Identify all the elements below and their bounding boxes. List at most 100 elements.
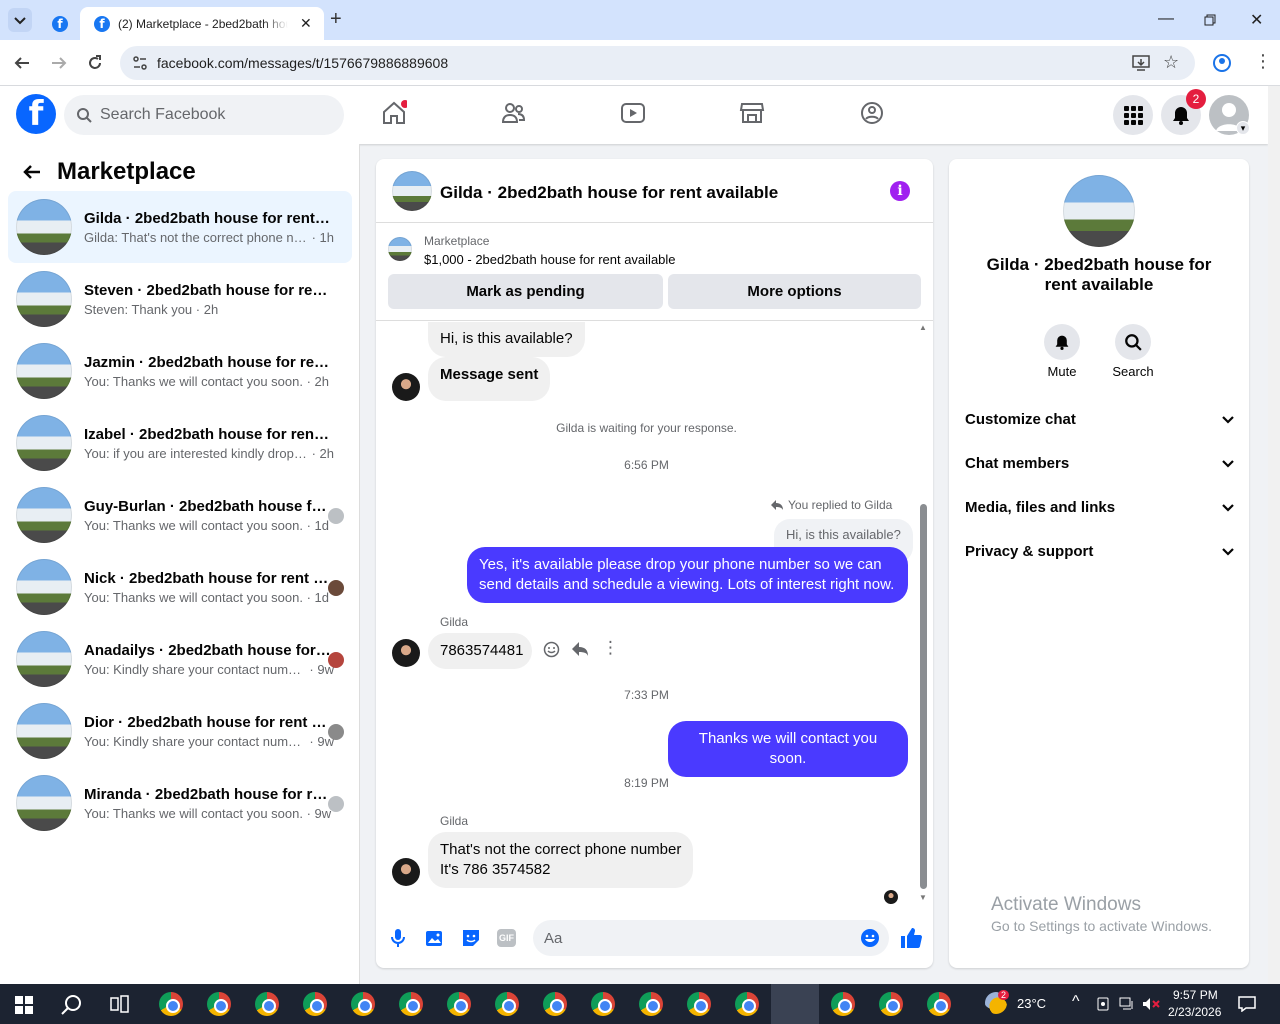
conversation-row[interactable]: Guy-Burlan · 2bed2bath house for rent av…	[8, 479, 352, 551]
taskbar-chrome-icon[interactable]	[543, 992, 567, 1016]
message-bubble-incoming[interactable]: 7863574481	[428, 633, 532, 669]
taskbar-chrome-icon[interactable]	[351, 992, 375, 1016]
more-options-button[interactable]: More options	[668, 274, 921, 309]
conversation-row[interactable]: Anadailys · 2bed2bath house for rent ava…	[8, 623, 352, 695]
sender-avatar[interactable]	[392, 373, 420, 401]
taskbar-search-icon[interactable]	[61, 994, 83, 1016]
conversation-row[interactable]: Miranda · 2bed2bath house for rent avail…	[8, 767, 352, 839]
page-scrollbar[interactable]	[1268, 86, 1280, 984]
scroll-down-icon[interactable]: ▼	[919, 893, 927, 902]
emoji-icon[interactable]	[860, 928, 880, 948]
tray-overflow-icon[interactable]: ^	[1072, 993, 1080, 1011]
facebook-logo[interactable]: f	[16, 94, 56, 134]
back-arrow-icon[interactable]	[22, 162, 42, 182]
info-section-row[interactable]: Chat members	[965, 455, 1235, 472]
info-icon[interactable]: i	[890, 181, 910, 201]
home-icon[interactable]	[381, 100, 407, 126]
taskbar-chrome-icon[interactable]	[831, 992, 855, 1016]
tab-facebook-pinned[interactable]: f	[42, 7, 78, 40]
back-arrow-icon[interactable]	[13, 54, 31, 72]
sender-avatar[interactable]	[392, 639, 420, 667]
search-input[interactable]: Search Facebook	[64, 95, 344, 135]
weather-temp[interactable]: 23°C	[1017, 996, 1046, 1011]
taskbar-chrome-icon[interactable]	[735, 992, 759, 1016]
volume-muted-icon[interactable]	[1142, 997, 1160, 1011]
friends-icon[interactable]	[500, 100, 526, 126]
chat-title[interactable]: Gilda · 2bed2bath house for rent availab…	[440, 183, 778, 203]
new-tab-button[interactable]: +	[330, 8, 342, 31]
sticker-icon[interactable]	[461, 928, 481, 948]
conversation-row[interactable]: Dior · 2bed2bath house for rent availabl…	[8, 695, 352, 767]
conversation-row[interactable]: Nick · 2bed2bath house for rent availabl…	[8, 551, 352, 623]
site-settings-icon[interactable]	[132, 55, 148, 71]
message-bubble-outgoing[interactable]: Yes, it's available please drop your pho…	[467, 547, 908, 603]
taskbar-chrome-icon[interactable]	[495, 992, 519, 1016]
task-view-icon[interactable]	[110, 995, 130, 1013]
message-bubble-outgoing[interactable]: Thanks we will contact you soon.	[668, 721, 908, 777]
taskbar-chrome-icon[interactable]	[159, 992, 183, 1016]
mute-button[interactable]	[1044, 324, 1080, 360]
taskbar-chrome-icon[interactable]	[591, 992, 615, 1016]
taskbar-chrome-icon[interactable]	[879, 992, 903, 1016]
tab-list-button[interactable]	[8, 8, 32, 32]
info-section-row[interactable]: Privacy & support	[965, 543, 1235, 560]
clock-date[interactable]: 2/23/2026	[1168, 1005, 1221, 1019]
message-bubble-incoming[interactable]: That's not the correct phone number It's…	[428, 832, 694, 888]
conversation-row[interactable]: Gilda · 2bed2bath house for rent availab…	[8, 191, 352, 263]
conversation-row[interactable]: Steven · 2bed2bath house for rent availa…	[8, 263, 352, 335]
tab-close-icon[interactable]: ✕	[300, 15, 312, 32]
gaming-icon[interactable]	[859, 100, 885, 126]
microphone-icon[interactable]	[390, 928, 406, 948]
windows-start-icon[interactable]	[15, 996, 33, 1014]
react-emoji-icon[interactable]	[543, 641, 560, 658]
scroll-up-icon[interactable]: ▲	[919, 323, 927, 332]
taskbar-chrome-icon[interactable]	[447, 992, 471, 1016]
info-section-row[interactable]: Media, files and links	[965, 499, 1235, 516]
conversation-row[interactable]: Izabel · 2bed2bath house for rent availa…	[8, 407, 352, 479]
restore-icon[interactable]	[1204, 14, 1216, 26]
marketplace-icon[interactable]	[739, 100, 765, 126]
meet-now-icon[interactable]	[1096, 997, 1110, 1011]
minimize-icon[interactable]: —	[1158, 10, 1174, 28]
taskbar-chrome-icon[interactable]	[687, 992, 711, 1016]
more-actions-icon[interactable]: ⋮	[602, 638, 619, 658]
taskbar-chrome-icon[interactable]	[639, 992, 663, 1016]
listing-avatar[interactable]	[392, 171, 432, 211]
forward-arrow-icon[interactable]	[50, 54, 68, 72]
conversation-row[interactable]: Jazmin · 2bed2bath house for rent availa…	[8, 335, 352, 407]
photo-icon[interactable]	[425, 928, 445, 948]
message-bubble-incoming[interactable]: Hi, is this available?	[428, 322, 585, 357]
thumbs-up-icon[interactable]	[900, 927, 922, 949]
reply-icon[interactable]	[571, 641, 589, 657]
clock-time[interactable]: 9:57 PM	[1173, 988, 1218, 1002]
tab-marketplace[interactable]: f (2) Marketplace - 2bed2bath house ✕	[80, 7, 324, 40]
bookmark-star-icon[interactable]: ☆	[1163, 52, 1179, 73]
listing-thumbnail[interactable]	[388, 237, 412, 261]
message-bubble-incoming[interactable]: Message sent	[428, 357, 551, 401]
message-input[interactable]: Aa	[533, 920, 889, 956]
sender-avatar[interactable]	[392, 858, 420, 886]
taskbar-chrome-icon[interactable]	[927, 992, 951, 1016]
notification-center-icon[interactable]	[1238, 996, 1256, 1012]
video-icon[interactable]	[620, 100, 646, 126]
network-icon[interactable]	[1119, 997, 1135, 1011]
close-window-icon[interactable]: ✕	[1250, 10, 1263, 30]
profile-icon[interactable]	[1212, 53, 1232, 73]
browser-menu-icon[interactable]: ⋮	[1254, 51, 1272, 72]
install-app-icon[interactable]	[1132, 54, 1150, 72]
taskbar-chrome-icon[interactable]	[399, 992, 423, 1016]
menu-button[interactable]	[1113, 95, 1153, 135]
listing-price-title[interactable]: $1,000 - 2bed2bath house for rent availa…	[424, 252, 676, 267]
listing-avatar-large[interactable]	[1063, 175, 1135, 247]
info-section-row[interactable]: Customize chat	[965, 411, 1235, 428]
mark-as-pending-button[interactable]: Mark as pending	[388, 274, 663, 309]
taskbar-chrome-icon[interactable]	[207, 992, 231, 1016]
address-bar[interactable]: facebook.com/messages/t/1576679886889608…	[120, 46, 1195, 80]
reload-icon[interactable]	[86, 54, 104, 72]
gif-icon[interactable]: GIF	[497, 929, 516, 947]
taskbar-chrome-icon[interactable]	[255, 992, 279, 1016]
search-in-chat-button[interactable]	[1115, 324, 1151, 360]
taskbar-chrome-icon[interactable]	[303, 992, 327, 1016]
chevron-down-icon[interactable]: ▾	[1236, 121, 1250, 135]
chat-scrollbar-thumb[interactable]	[920, 504, 927, 889]
